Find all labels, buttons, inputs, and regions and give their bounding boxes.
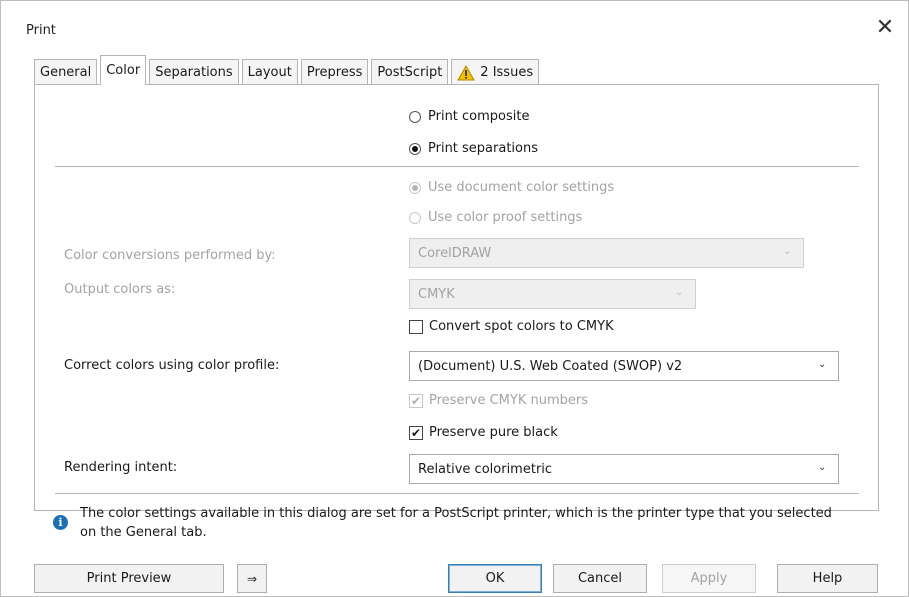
tab-issues-label: 2 Issues — [480, 65, 534, 80]
conversions-select[interactable]: CorelDRAW ⌄ — [409, 238, 804, 268]
print-composite-option[interactable]: Print composite — [409, 109, 530, 124]
help-button[interactable]: Help — [777, 564, 878, 593]
chevron-down-icon: ⌄ — [818, 359, 827, 370]
tab-general[interactable]: General — [34, 59, 98, 85]
tab-strip: General Color Separations Layout Prepres… — [34, 55, 542, 85]
tab-issues[interactable]: 2 Issues — [451, 59, 540, 85]
output-colors-value: CMYK — [418, 286, 455, 302]
print-separations-radio[interactable] — [409, 142, 421, 155]
use-document-settings-option[interactable]: Use document color settings — [409, 180, 614, 195]
tab-layout-label: Layout — [247, 65, 292, 80]
tab-postscript[interactable]: PostScript — [371, 59, 449, 85]
preserve-black-option[interactable]: ✔ Preserve pure black — [409, 425, 558, 440]
preserve-cmyk-option[interactable]: ✔ Preserve CMYK numbers — [409, 393, 588, 408]
preserve-cmyk-label: Preserve CMYK numbers — [429, 393, 589, 408]
convert-spot-colors-option[interactable]: Convert spot colors to CMYK — [409, 319, 614, 334]
print-separations-label: Print separations — [428, 141, 539, 156]
section-divider — [55, 166, 859, 167]
profile-value: (Document) U.S. Web Coated (SWOP) v2 — [418, 358, 683, 374]
tab-separations-label: Separations — [155, 65, 233, 80]
use-document-settings-radio[interactable] — [409, 181, 421, 194]
use-proof-settings-radio[interactable] — [409, 211, 421, 224]
print-separations-option[interactable]: Print separations — [409, 141, 538, 156]
rendering-intent-select[interactable]: Relative colorimetric ⌄ — [409, 454, 839, 484]
chevron-down-icon: ⌄ — [675, 287, 684, 298]
close-icon[interactable]: ✕ — [874, 17, 896, 39]
profile-label: Correct colors using color profile: — [64, 358, 280, 373]
chevron-down-icon: ⌄ — [818, 462, 827, 473]
use-proof-settings-option[interactable]: Use color proof settings — [409, 210, 582, 225]
print-composite-radio[interactable] — [409, 110, 421, 123]
print-dialog: Print ✕ General Color Separations Layout… — [0, 0, 909, 597]
info-message: The color settings available in this dia… — [80, 506, 832, 540]
use-proof-settings-label: Use color proof settings — [428, 210, 583, 225]
cancel-button[interactable]: Cancel — [553, 564, 647, 593]
tab-postscript-label: PostScript — [377, 65, 443, 80]
warning-icon — [457, 64, 476, 81]
tab-layout[interactable]: Layout — [241, 59, 298, 85]
preserve-black-label: Preserve pure black — [429, 425, 558, 440]
output-colors-select[interactable]: CMYK ⌄ — [409, 279, 696, 309]
dialog-title: Print — [26, 23, 56, 38]
ok-button[interactable]: OK — [448, 564, 542, 593]
convert-spot-colors-label: Convert spot colors to CMYK — [429, 319, 614, 334]
expand-preview-button[interactable]: ⇒ — [237, 564, 267, 593]
title-bar: Print ✕ — [1, 1, 908, 39]
apply-button[interactable]: Apply — [662, 564, 756, 593]
print-preview-button[interactable]: Print Preview — [34, 564, 224, 593]
output-colors-label: Output colors as: — [64, 282, 176, 297]
tab-separations[interactable]: Separations — [149, 59, 239, 85]
preserve-cmyk-checkbox[interactable]: ✔ — [409, 393, 423, 408]
conversions-label: Color conversions performed by: — [64, 248, 276, 263]
info-icon: i — [53, 515, 68, 530]
tab-color-label: Color — [106, 63, 141, 78]
chevron-down-icon: ⌄ — [783, 246, 792, 257]
convert-spot-colors-checkbox[interactable] — [409, 319, 423, 334]
info-divider — [55, 493, 859, 494]
tab-prepress[interactable]: Prepress — [300, 59, 369, 85]
tab-prepress-label: Prepress — [306, 65, 363, 80]
print-composite-label: Print composite — [428, 109, 530, 124]
tab-general-label: General — [40, 65, 92, 80]
tab-color[interactable]: Color — [100, 55, 147, 85]
rendering-intent-value: Relative colorimetric — [418, 461, 553, 477]
expand-arrow-icon: ⇒ — [246, 571, 258, 586]
use-document-settings-label: Use document color settings — [428, 180, 615, 195]
conversions-value: CorelDRAW — [418, 245, 492, 261]
rendering-intent-label: Rendering intent: — [64, 460, 178, 475]
profile-select[interactable]: (Document) U.S. Web Coated (SWOP) v2 ⌄ — [409, 351, 839, 381]
preserve-black-checkbox[interactable]: ✔ — [409, 425, 423, 440]
